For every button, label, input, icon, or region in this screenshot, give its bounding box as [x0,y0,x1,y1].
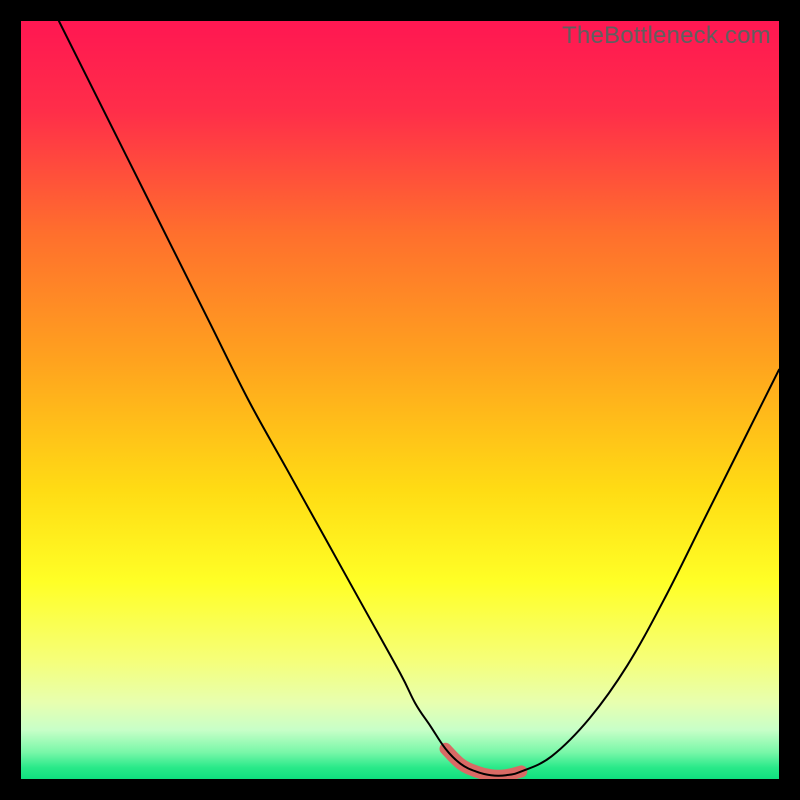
bottleneck-highlight [446,749,522,776]
chart-stage: TheBottleneck.com [0,0,800,800]
plot-area: TheBottleneck.com [21,21,779,779]
curve-layer [21,21,779,779]
bottleneck-curve [59,21,779,776]
